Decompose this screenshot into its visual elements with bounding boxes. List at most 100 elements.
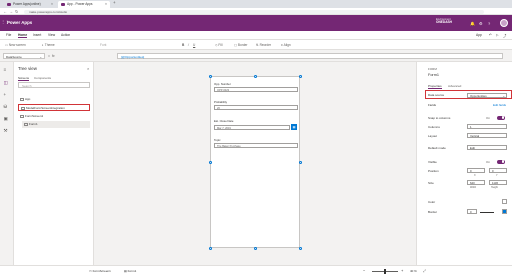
zoom-slider-thumb[interactable]: [384, 269, 386, 274]
menu-home[interactable]: Home: [18, 33, 28, 38]
data-icon[interactable]: ⛁: [4, 104, 8, 110]
reload-icon[interactable]: ↻: [15, 9, 18, 14]
back-icon[interactable]: ←: [3, 9, 7, 14]
align-button[interactable]: ≡ Align: [281, 43, 291, 47]
border-label: Border: [428, 210, 438, 214]
browser-tab-title: App - Power Apps: [67, 2, 93, 6]
form-breadcrumb[interactable]: ▤ Form1: [124, 269, 136, 273]
border-button[interactable]: ▢ Border: [234, 43, 247, 47]
visible-label: Visible: [428, 160, 437, 164]
tree-item-app[interactable]: App: [18, 96, 90, 103]
data-source-dropdown[interactable]: Opportunities ⌄: [467, 92, 507, 98]
undo-icon[interactable]: ↶: [489, 33, 492, 37]
browser-tab-2[interactable]: App - Power Apps ×: [58, 1, 110, 8]
close-icon[interactable]: ×: [51, 1, 53, 8]
form-icon: [24, 122, 28, 127]
border-style-dropdown[interactable]: [480, 211, 494, 213]
power-apps-favicon-icon: [61, 2, 65, 7]
play-icon[interactable]: ▷: [496, 33, 499, 37]
new-screen-label: New screen: [8, 43, 26, 47]
property-dropdown[interactable]: DataSource ⌄: [3, 53, 45, 59]
tab-advanced[interactable]: Advanced: [448, 84, 461, 88]
resize-handle[interactable]: [253, 74, 257, 78]
tab-properties[interactable]: Properties: [428, 84, 442, 89]
close-icon[interactable]: ×: [105, 1, 107, 8]
tree-item-form[interactable]: Form1: [22, 121, 90, 128]
theme-button[interactable]: ◐ Theme: [42, 43, 55, 47]
resize-handle[interactable]: [298, 74, 302, 78]
browser-tab-1[interactable]: Power Apps(online) ×: [4, 1, 56, 8]
resize-handle[interactable]: [208, 160, 212, 164]
edit-fields-link[interactable]: Edit fields: [493, 103, 506, 107]
border-width-input[interactable]: 0: [467, 209, 477, 214]
date-input[interactable]: Mar 7, 2019: [214, 124, 290, 130]
menu-view[interactable]: View: [48, 33, 55, 37]
resize-handle[interactable]: [208, 74, 212, 78]
italic-button[interactable]: /: [188, 43, 189, 47]
advanced-tools-icon[interactable]: ⚒: [4, 128, 8, 134]
snap-toggle[interactable]: [497, 115, 505, 120]
tab-components[interactable]: Components: [34, 76, 51, 80]
tree-item-form-screen[interactable]: FormScreen1: [18, 113, 90, 120]
resize-handle[interactable]: [208, 246, 212, 250]
forward-icon[interactable]: →: [9, 9, 13, 14]
field-label: Opp. Number: [214, 82, 231, 86]
tree-view-icon[interactable]: ◫: [4, 80, 8, 86]
tree-search-input[interactable]: Search: [18, 82, 90, 88]
screen-icon: [20, 114, 24, 119]
media-icon[interactable]: ▣: [4, 116, 8, 122]
bell-icon[interactable]: 🔔: [470, 21, 475, 26]
menu-action[interactable]: Action: [61, 33, 70, 37]
fill-button[interactable]: ◇ Fill: [215, 43, 222, 47]
url-input[interactable]: make.powerapps.com/studio: [24, 9, 484, 14]
environment-picker[interactable]: Environment ONEDASH: [436, 18, 452, 25]
menu-file[interactable]: File: [6, 33, 11, 37]
property-name: DataSource: [6, 55, 22, 59]
zoom-out-icon[interactable]: −: [363, 268, 365, 273]
size-width-input[interactable]: 640: [467, 180, 485, 185]
visible-toggle[interactable]: [497, 159, 505, 164]
bold-button[interactable]: B: [182, 43, 184, 47]
position-y-input[interactable]: 0: [489, 168, 507, 173]
mode-dropdown[interactable]: Edit: [467, 145, 507, 150]
formula-input[interactable]: [@Opportunities]: [117, 53, 503, 59]
position-x-input[interactable]: 0: [467, 168, 485, 173]
columns-label: Columns: [428, 125, 440, 129]
columns-dropdown[interactable]: 1: [467, 124, 507, 129]
insert-icon[interactable]: +: [4, 92, 7, 97]
gear-icon[interactable]: ⚙: [479, 21, 483, 26]
menu-insert[interactable]: Insert: [33, 33, 41, 37]
app-brand: Power Apps: [7, 19, 33, 25]
tree-item-model-form-screen[interactable]: ModelFormScreenIntegration: [18, 104, 90, 111]
menu-bar: [0, 31, 512, 40]
border-color-swatch[interactable]: [502, 209, 507, 214]
resize-handle[interactable]: [298, 160, 302, 164]
color-swatch[interactable]: [502, 199, 507, 204]
tab-screens[interactable]: Screens: [18, 76, 30, 81]
share-icon[interactable]: ⤴: [503, 33, 506, 38]
zoom-in-icon[interactable]: +: [401, 268, 403, 273]
underline-button[interactable]: U: [193, 43, 195, 47]
font-dropdown[interactable]: Font: [100, 43, 106, 47]
help-icon[interactable]: ?: [488, 21, 490, 26]
align-label: Align: [283, 43, 291, 47]
layout-dropdown[interactable]: Vertical: [467, 133, 507, 138]
y-caption: Y: [496, 174, 498, 177]
field-input[interactable]: OPP-0023: [214, 87, 298, 92]
avatar[interactable]: [500, 18, 508, 27]
field-input[interactable]: The Baker Purchase: [214, 143, 298, 148]
chevron-down-icon: ⌄: [39, 55, 42, 59]
hamburger-icon[interactable]: ≡: [4, 67, 7, 72]
field-input[interactable]: 20: [214, 105, 298, 110]
reorder-button[interactable]: ⇅ Reorder: [256, 43, 271, 47]
app-checker-label[interactable]: App: [476, 33, 482, 37]
screen-breadcrumb[interactable]: ▭ FormScreen1: [89, 269, 111, 273]
new-tab-icon[interactable]: +: [113, 0, 116, 5]
calendar-icon[interactable]: ▦: [291, 124, 297, 130]
resize-handle[interactable]: [253, 246, 257, 250]
resize-handle[interactable]: [298, 246, 302, 250]
new-screen-button[interactable]: ▭ New screen: [5, 43, 26, 47]
size-height-input[interactable]: 1136: [489, 180, 507, 185]
fit-to-window-icon[interactable]: ⤢: [423, 269, 426, 273]
close-icon[interactable]: ×: [87, 66, 89, 71]
